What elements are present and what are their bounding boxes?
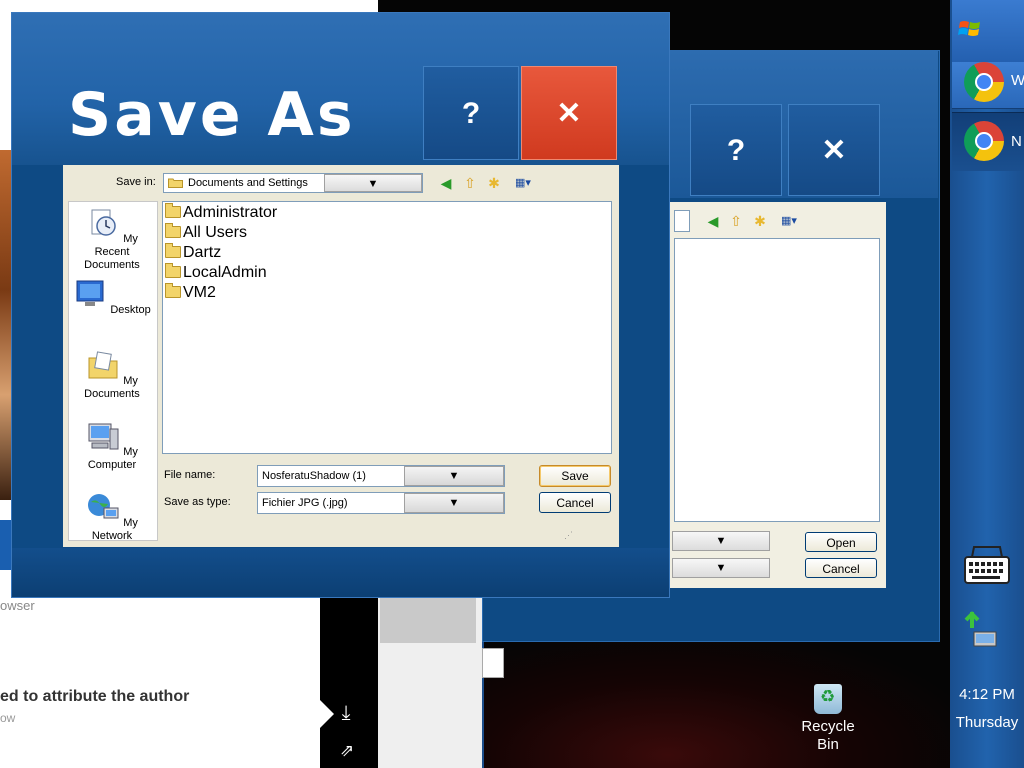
open-dialog-close-button[interactable]: ✕: [788, 104, 880, 196]
page-image-edge: [0, 150, 11, 500]
page-blue-edge: [0, 520, 11, 570]
taskbar-item-label: N: [1011, 133, 1022, 150]
page-text-fragment: owser: [0, 598, 35, 613]
place-my-recent-documents[interactable]: My Recent Documents: [68, 208, 156, 272]
folder-item[interactable]: LocalAdmin: [165, 263, 267, 283]
chrome-icon: [964, 62, 1004, 102]
recycle-bin-label: Recycle Bin: [801, 718, 855, 753]
page-gray-block: [380, 598, 476, 643]
save-as-type-label: Save as type:: [164, 496, 231, 508]
recent-documents-icon: [91, 209, 116, 236]
folder-item[interactable]: All Users: [165, 223, 247, 243]
open-dialog-lookin-combo[interactable]: [674, 210, 690, 232]
clock-day: Thursday: [955, 714, 1019, 731]
place-desktop[interactable]: Desktop: [68, 279, 156, 317]
place-label: My Recent Documents: [84, 233, 140, 271]
page-headline: ed to attribute the author: [0, 688, 190, 705]
folder-icon: [165, 243, 181, 258]
save-in-value: Documents and Settings: [188, 177, 308, 189]
folder-icon: [168, 178, 183, 188]
open-dialog-filetype-dropdown[interactable]: ▼: [672, 558, 770, 578]
back-icon[interactable]: ◀: [437, 174, 455, 192]
folder-item[interactable]: Dartz: [165, 243, 221, 263]
open-dialog-cancel-button[interactable]: Cancel: [805, 558, 877, 578]
view-menu-icon[interactable]: ▦▾: [509, 174, 537, 192]
new-folder-icon[interactable]: ✱: [485, 174, 503, 192]
network-icon[interactable]: [964, 610, 1004, 650]
close-button[interactable]: ✕: [521, 66, 617, 160]
clock-time[interactable]: 4:12 PM: [950, 686, 1024, 703]
taskbar-item-chrome-1[interactable]: W: [952, 62, 1024, 109]
up-folder-icon[interactable]: ⇧: [461, 174, 479, 192]
desktop-icon: [76, 280, 104, 306]
share-icon[interactable]: ⇗: [336, 740, 358, 762]
resize-grip[interactable]: ⋰: [564, 530, 576, 542]
file-name-dropdown[interactable]: ▼: [404, 466, 504, 486]
wallpaper: [480, 640, 950, 768]
place-my-computer[interactable]: My Computer: [68, 421, 156, 472]
page-small-box: [482, 648, 504, 678]
recycle-bin[interactable]: Recycle Bin: [796, 684, 860, 754]
help-button[interactable]: ?: [423, 66, 519, 160]
folder-name: Dartz: [183, 244, 222, 261]
save-in-dropdown[interactable]: ▼: [324, 174, 422, 192]
folder-item[interactable]: Administrator: [165, 203, 277, 223]
my-network-icon: [88, 494, 119, 519]
open-dialog-file-list[interactable]: [674, 238, 880, 522]
chrome-icon: [964, 121, 1004, 161]
my-computer-icon: [88, 423, 119, 450]
folder-icon: [165, 283, 181, 298]
save-button[interactable]: Save: [539, 465, 611, 487]
place-my-documents[interactable]: My Documents: [68, 350, 156, 401]
view-menu-icon[interactable]: ▦▾: [776, 212, 802, 230]
save-as-type-dropdown[interactable]: ▼: [404, 493, 504, 513]
file-name-label: File name:: [164, 469, 216, 481]
place-my-network[interactable]: My Network: [68, 492, 156, 543]
folder-icon: [165, 203, 181, 218]
dialog-bottom-bar: [12, 548, 669, 597]
windows-flag-icon: [958, 21, 980, 36]
folder-name: VM2: [183, 284, 216, 301]
folder-name: Administrator: [183, 204, 278, 221]
folder-icon: [165, 223, 181, 238]
download-icon[interactable]: ⤓: [336, 702, 356, 724]
dialog-title: Save As: [68, 80, 356, 150]
taskbar-item-label: W: [1011, 72, 1024, 89]
page-subtext: ow: [0, 711, 16, 725]
folder-icon: [165, 263, 181, 278]
recycle-bin-icon: [814, 684, 842, 714]
keyboard-icon[interactable]: [962, 545, 1012, 585]
folder-name: LocalAdmin: [183, 264, 267, 281]
place-label: Desktop: [110, 304, 151, 316]
back-icon[interactable]: ◀: [704, 212, 722, 230]
up-folder-icon[interactable]: ⇧: [727, 212, 745, 230]
folder-item[interactable]: VM2: [165, 283, 216, 303]
save-in-label: Save in:: [116, 176, 156, 188]
new-folder-icon[interactable]: ✱: [751, 212, 769, 230]
open-button[interactable]: Open: [805, 532, 877, 552]
folder-name: All Users: [183, 224, 248, 241]
open-dialog-filename-dropdown[interactable]: ▼: [672, 531, 770, 551]
taskbar-item-chrome-2[interactable]: N: [952, 112, 1024, 171]
open-dialog-help-button[interactable]: ?: [690, 104, 782, 196]
my-documents-icon: [88, 351, 118, 379]
cancel-button[interactable]: Cancel: [539, 492, 611, 513]
